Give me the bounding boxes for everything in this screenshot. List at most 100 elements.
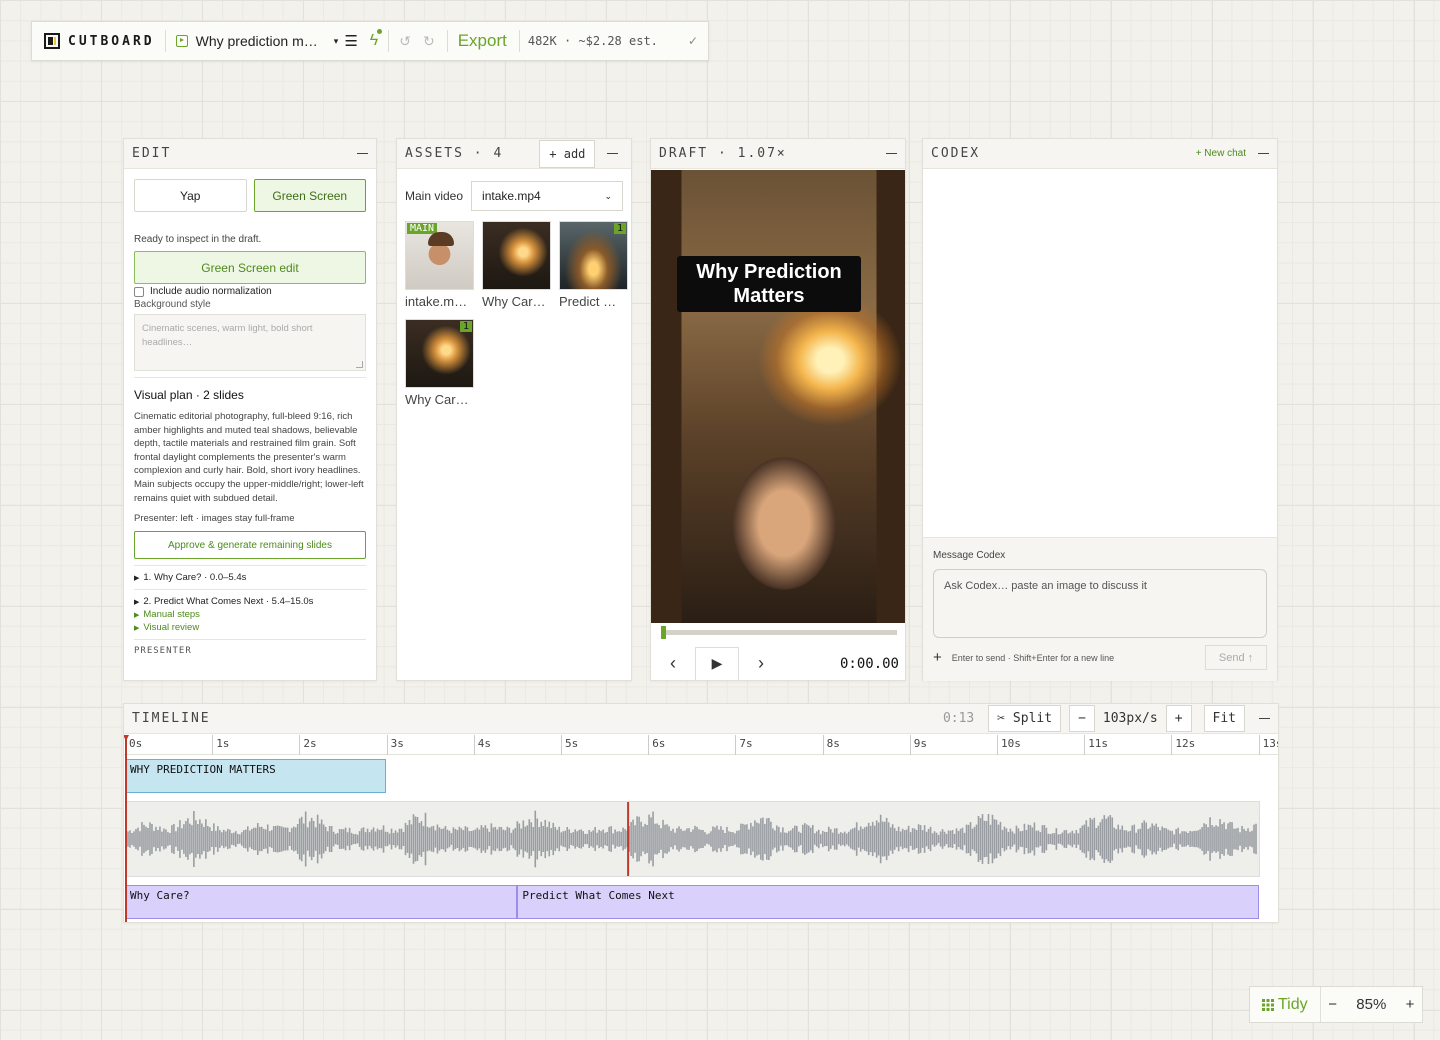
scrub-handle[interactable]: [661, 626, 666, 639]
waveform-path: [127, 810, 1257, 868]
ruler-tick: 2s: [299, 735, 317, 755]
divider: [134, 639, 366, 641]
minimize-icon[interactable]: [886, 152, 897, 155]
audio-normalization-checkbox[interactable]: [134, 286, 144, 297]
asset-name: Predict …: [559, 294, 617, 309]
disclosure-triangle-icon: ▶: [134, 625, 140, 633]
asset-item[interactable]: Why Car…: [482, 221, 551, 309]
zoom-in-button[interactable]: +: [1165, 705, 1192, 732]
asset-item[interactable]: 1 Predict …: [559, 221, 628, 309]
usage-count-badge: 1: [613, 223, 626, 234]
top-bar: CUTBOARD Why prediction m… ▾ ☰ ϟ ↺ ↻ Exp…: [31, 21, 709, 61]
disclosure-triangle-icon: ▶: [134, 599, 140, 607]
mode-yap-button[interactable]: Yap: [134, 179, 247, 212]
background-style-label: Background style: [134, 299, 211, 310]
previous-frame-icon[interactable]: ‹: [651, 647, 695, 681]
draft-panel: DRAFT · 1.07× Why Prediction Matters ‹ ▶…: [650, 138, 906, 681]
zoom-out-button[interactable]: −: [1321, 996, 1345, 1013]
ruler-tick: 12s: [1171, 735, 1195, 755]
asset-thumbnail: 1: [405, 319, 474, 388]
auto-run-bolt-icon[interactable]: ϟ: [370, 29, 383, 50]
mode-green-screen-button[interactable]: Green Screen: [253, 179, 366, 212]
attach-plus-icon[interactable]: +: [933, 649, 942, 666]
redo-icon[interactable]: ↻: [423, 33, 435, 50]
divider: [388, 30, 390, 52]
panel-title: TIMELINE: [132, 711, 211, 726]
chevron-down-icon: ⌄: [604, 190, 612, 201]
cutboard-logo-icon: [44, 33, 60, 49]
divider: [446, 30, 448, 52]
timeline-panel: TIMELINE 0:13 ✂ Split − 103px/s + Fit 0s…: [123, 703, 1279, 923]
slide-clip[interactable]: Why Care?: [125, 885, 518, 919]
play-icon[interactable]: ▶: [695, 646, 739, 680]
minimize-icon[interactable]: [1258, 152, 1269, 155]
background-style-input[interactable]: Cinematic scenes, warm light, bold short…: [134, 314, 366, 371]
tidy-button[interactable]: Tidy: [1250, 987, 1321, 1022]
saved-check-icon: ✓: [687, 34, 698, 48]
caption-clip[interactable]: WHY PREDICTION MATTERS: [125, 759, 386, 793]
asset-name: Why Car…: [405, 392, 469, 407]
new-chat-button[interactable]: + New chat: [1196, 148, 1246, 159]
zoom-level: 85%: [1356, 996, 1387, 1013]
audio-normalization-option[interactable]: Include audio normalization: [134, 286, 366, 297]
next-frame-icon[interactable]: ›: [739, 647, 783, 681]
approve-generate-button[interactable]: Approve & generate remaining slides: [134, 531, 366, 560]
slide-clip[interactable]: Predict What Comes Next: [517, 885, 1259, 919]
message-label: Message Codex: [933, 550, 1006, 561]
split-button[interactable]: ✂ Split: [988, 705, 1062, 732]
asset-thumbnail: 1: [559, 221, 628, 290]
manual-steps-toggle[interactable]: ▶ Manual steps: [134, 609, 366, 620]
ruler-tick: 9s: [909, 735, 927, 755]
visual-review-label: Visual review: [143, 622, 200, 634]
main-video-label: Main video: [405, 189, 464, 203]
edit-panel-header: EDIT: [124, 139, 376, 169]
video-preview[interactable]: Why Prediction Matters: [651, 170, 905, 623]
slide-item-2[interactable]: ▶ 2. Predict What Comes Next · 5.4–15.0s: [134, 596, 366, 607]
asset-thumbnail: [482, 221, 551, 290]
visual-plan-description: Cinematic editorial photography, full-bl…: [134, 411, 364, 504]
send-button[interactable]: Send ↑: [1205, 645, 1267, 670]
visual-review-toggle[interactable]: ▶ Visual review: [134, 622, 366, 633]
send-hint: Enter to send · Shift+Enter for a new li…: [951, 652, 1115, 663]
slide-item-label: 2. Predict What Comes Next · 5.4–15.0s: [143, 596, 314, 608]
main-video-select[interactable]: intake.mp4 ⌄: [471, 181, 623, 211]
minimize-icon[interactable]: [357, 152, 368, 155]
timeline-panel-header: TIMELINE 0:13 ✂ Split − 103px/s + Fit: [124, 704, 1278, 734]
scrub-bar[interactable]: [661, 626, 897, 639]
status-text: Ready to inspect in the draft.: [134, 234, 262, 245]
asset-name: Why Car…: [482, 294, 546, 309]
divider: [164, 30, 166, 52]
panel-title: ASSETS · 4: [405, 146, 504, 161]
message-input[interactable]: Ask Codex… paste an image to discuss it: [933, 569, 1267, 638]
caret-down-icon: ▾: [333, 35, 339, 46]
add-asset-button[interactable]: + add: [539, 139, 596, 168]
draft-panel-header: DRAFT · 1.07×: [651, 139, 905, 169]
audio-normalization-label: Include audio normalization: [150, 286, 272, 297]
fit-button[interactable]: Fit: [1203, 705, 1245, 732]
playback-controls: ‹ ▶ › 0:00.00: [651, 645, 905, 681]
active-indicator-dot: [377, 29, 383, 34]
asset-item[interactable]: MAIN intake.m…: [405, 221, 474, 309]
minimize-icon[interactable]: [607, 152, 619, 155]
edit-panel: EDIT Yap Green Screen Ready to inspect i…: [123, 138, 377, 681]
minimize-icon[interactable]: [1259, 717, 1270, 720]
playhead[interactable]: [124, 735, 129, 922]
slide-item-1[interactable]: ▶ 1. Why Care? · 0.0–5.4s: [134, 572, 366, 583]
ruler-tick: 5s: [561, 735, 578, 755]
zoom-out-button[interactable]: −: [1069, 705, 1095, 732]
asset-name: intake.m…: [405, 294, 468, 309]
assets-panel: ASSETS · 4 + add Main video intake.mp4 ⌄…: [396, 138, 632, 681]
undo-icon[interactable]: ↺: [399, 33, 411, 50]
codex-panel-header: CODEX + New chat: [923, 139, 1277, 169]
green-screen-edit-button[interactable]: Green Screen edit: [134, 251, 366, 284]
audio-waveform-track[interactable]: [125, 801, 1260, 877]
message-composer: Message Codex Ask Codex… paste an image …: [923, 537, 1277, 681]
export-button[interactable]: Export: [458, 31, 507, 51]
project-selector[interactable]: Why prediction m… ▾: [175, 33, 339, 49]
usage-stats: 482K · ~$2.28 est.: [527, 34, 658, 48]
panel-title: CODEX: [931, 146, 981, 161]
zoom-in-button[interactable]: +: [1398, 996, 1422, 1013]
time-ruler[interactable]: 0s1s2s3s4s5s6s7s8s9s10s11s12s13s: [124, 735, 1278, 755]
menu-icon[interactable]: ☰: [344, 32, 357, 50]
asset-item[interactable]: 1 Why Car…: [405, 319, 474, 407]
